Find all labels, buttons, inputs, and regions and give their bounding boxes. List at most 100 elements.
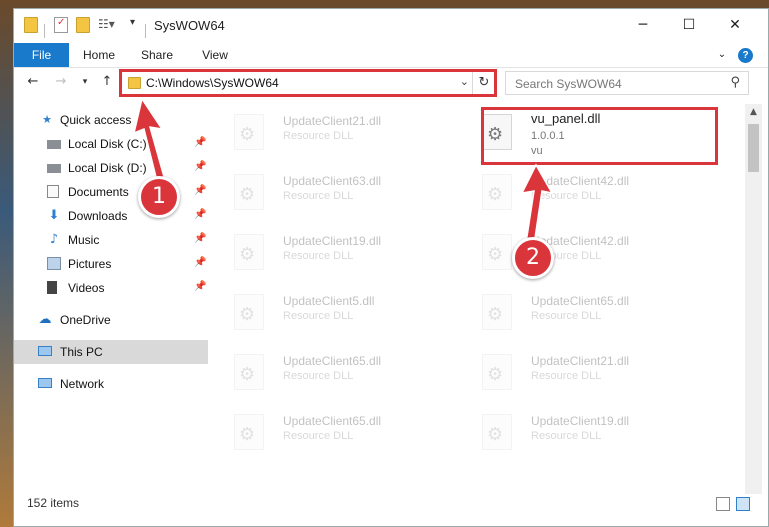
file-name: UpdateClient19.dll [531, 414, 630, 428]
file-name: UpdateClient21.dll [531, 354, 630, 368]
sidebar-item-music[interactable]: ♪ Music 📌 [14, 228, 208, 252]
file-type: Resource DLL [531, 370, 602, 382]
sidebar-item-videos[interactable]: Videos 📌 [14, 276, 208, 300]
scroll-up-icon[interactable]: ▲ [745, 104, 762, 121]
list-item[interactable]: ⚙ UpdateClient42.dll Resource DLL [458, 168, 688, 218]
file-name: UpdateClient5.dll [283, 294, 375, 308]
step-marker-2: 2 [512, 237, 554, 279]
file-name: UpdateClient65.dll [283, 354, 382, 368]
maximize-button[interactable]: ☐ [666, 9, 712, 41]
sidebar-item-label: Pictures [68, 257, 112, 271]
dll-file-icon: ⚙ [482, 294, 512, 330]
list-item[interactable]: ⚙ UpdateClient19.dll Resource DLL [458, 408, 688, 458]
pin-icon[interactable]: 📌 [194, 257, 206, 268]
title-bar: ✓ ☷▾ ▾ SysWOW64 ─ ☐ ✕ [14, 9, 768, 43]
pin-icon[interactable]: 📌 [194, 233, 206, 244]
pictures-icon [47, 257, 61, 270]
explorer-window: ✓ ☷▾ ▾ SysWOW64 ─ ☐ ✕ File Home Share Vi… [13, 8, 769, 527]
search-icon[interactable]: ⚲ [730, 75, 740, 90]
sidebar-item-label: Music [68, 233, 100, 247]
sidebar-item-label: Downloads [68, 209, 128, 223]
dll-file-icon: ⚙ [482, 414, 512, 450]
sidebar-item-network[interactable]: Network [14, 372, 208, 396]
list-item[interactable]: ⚙ UpdateClient65.dll Resource DLL [210, 408, 440, 458]
chevron-down-icon[interactable]: ⌄ [714, 43, 730, 67]
dll-file-icon: ⚙ [234, 174, 264, 210]
forward-arrow-icon[interactable]: → [52, 73, 70, 91]
file-type: Resource DLL [283, 130, 354, 142]
customize-toolbar-icon[interactable]: ☷▾ [98, 17, 115, 33]
dll-file-icon: ⚙ [234, 114, 264, 150]
drive-icon [47, 164, 61, 173]
sidebar-item-downloads[interactable]: ⬇ Downloads 📌 [14, 204, 208, 228]
ribbon: File Home Share View ⌄ ? [14, 43, 768, 68]
new-folder-icon[interactable] [76, 17, 90, 33]
file-name: UpdateClient21.dll [283, 114, 382, 128]
list-item[interactable]: ⚙ UpdateClient21.dll Resource DLL [210, 108, 440, 158]
dll-file-icon: ⚙ [482, 354, 512, 390]
tab-share[interactable]: Share [134, 43, 180, 67]
scroll-thumb[interactable] [748, 124, 759, 172]
sidebar-item-pictures[interactable]: Pictures 📌 [14, 252, 208, 276]
separator [145, 24, 146, 38]
sidebar-item-this-pc[interactable]: This PC [14, 340, 208, 364]
sidebar-item-label: This PC [60, 345, 103, 359]
list-item[interactable]: ⚙ UpdateClient65.dll Resource DLL [458, 288, 688, 338]
pin-icon[interactable]: 📌 [194, 281, 206, 292]
list-item[interactable]: ⚙ UpdateClient19.dll Resource DLL [210, 228, 440, 278]
pin-icon[interactable]: 📌 [194, 137, 206, 148]
sidebar-item-label: OneDrive [60, 313, 111, 327]
pin-icon[interactable]: 📌 [194, 161, 206, 172]
details-view-icon[interactable] [716, 497, 730, 511]
dll-file-icon: ⚙ [234, 234, 264, 270]
tab-view[interactable]: View [192, 43, 238, 67]
up-arrow-icon[interactable]: ↑ [98, 73, 116, 91]
status-item-count: 152 items [27, 496, 80, 510]
sidebar-item-onedrive[interactable]: ☁ OneDrive [14, 308, 208, 332]
drive-icon [47, 140, 61, 149]
file-name: UpdateClient65.dll [283, 414, 382, 428]
file-type: Resource DLL [283, 310, 354, 322]
large-icons-view-icon[interactable] [736, 497, 750, 511]
dll-file-icon: ⚙ [234, 294, 264, 330]
file-type: Resource DLL [283, 190, 354, 202]
close-button[interactable]: ✕ [712, 9, 758, 41]
separator [44, 24, 45, 38]
file-type: Resource DLL [531, 430, 602, 442]
list-item[interactable]: ⚙ UpdateClient65.dll Resource DLL [210, 348, 440, 398]
chevron-down-icon[interactable]: ▾ [130, 17, 144, 33]
minimize-button[interactable]: ─ [620, 9, 666, 41]
download-arrow-icon: ⬇ [48, 208, 60, 223]
pin-icon[interactable]: 📌 [194, 209, 206, 220]
film-icon [47, 281, 57, 294]
sidebar-item-label: Documents [68, 185, 129, 199]
folder-icon [24, 17, 38, 33]
sidebar-item-label: Videos [68, 281, 105, 295]
dll-file-icon: ⚙ [482, 234, 512, 270]
dll-file-icon: ⚙ [234, 354, 264, 390]
pin-icon[interactable]: 📌 [194, 185, 206, 196]
dll-file-icon: ⚙ [234, 414, 264, 450]
window-title: SysWOW64 [154, 18, 225, 33]
search-box[interactable]: Search SysWOW64 ⚲ [505, 71, 749, 95]
back-arrow-icon[interactable]: ← [24, 73, 42, 91]
list-item[interactable]: ⚙ UpdateClient42.dll Resource DLL [458, 228, 688, 278]
search-input[interactable]: Search SysWOW64 [515, 77, 622, 91]
file-type: Resource DLL [283, 430, 354, 442]
vertical-scrollbar[interactable]: ▲ [745, 104, 762, 494]
file-name: UpdateClient65.dll [531, 294, 630, 308]
tab-file[interactable]: File [14, 43, 69, 67]
file-highlight-box [481, 107, 718, 165]
tab-home[interactable]: Home [76, 43, 122, 67]
recent-locations-icon[interactable]: ▾ [76, 73, 94, 91]
list-item[interactable]: ⚙ UpdateClient63.dll Resource DLL [210, 168, 440, 218]
step-marker-1: 1 [138, 176, 180, 218]
list-item[interactable]: ⚙ UpdateClient21.dll Resource DLL [458, 348, 688, 398]
file-type: Resource DLL [531, 310, 602, 322]
dll-file-icon: ⚙ [482, 174, 512, 210]
help-icon[interactable]: ? [738, 48, 753, 63]
file-name: UpdateClient63.dll [283, 174, 382, 188]
documents-icon [47, 185, 59, 198]
list-item[interactable]: ⚙ UpdateClient5.dll Resource DLL [210, 288, 440, 338]
properties-icon[interactable]: ✓ [54, 17, 68, 33]
